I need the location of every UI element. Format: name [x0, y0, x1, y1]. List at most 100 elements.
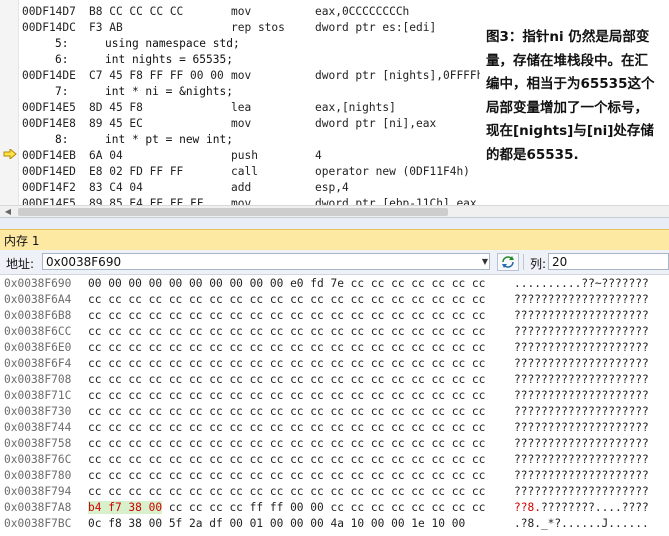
- annotation-line: 编中，相当于为65535这个: [486, 76, 655, 92]
- asm-line[interactable]: 00DF14F2 83 C4 04 add esp,4: [0, 180, 669, 196]
- memory-toolbar: 地址: 0x0038F690 ▼ 列: 20: [0, 250, 669, 275]
- ascii-text: ????????????????????: [514, 453, 649, 466]
- memory-address: 0x0038F690: [4, 277, 72, 290]
- instruction-operands: eax,[nights]: [315, 101, 396, 114]
- hex-bytes: cc cc cc cc cc cc cc cc cc cc cc cc cc c…: [88, 309, 486, 322]
- memory-hex-bytes: cc cc cc cc cc cc cc cc cc cc cc cc cc c…: [88, 436, 485, 452]
- instruction-mnemonic: call: [231, 165, 258, 178]
- hex-bytes: 00 00 00 00 00 00 00 00 00 00 e0 fd 7e c…: [88, 277, 486, 290]
- instruction-bytes: 8D 45 F8: [89, 101, 143, 114]
- instruction-bytes: 89 45 EC: [89, 117, 143, 130]
- memory-row[interactable]: 0x0038F758 cc cc cc cc cc cc cc cc cc cc …: [0, 436, 669, 452]
- memory-row[interactable]: 0x0038F6A4 cc cc cc cc cc cc cc cc cc cc …: [0, 292, 669, 308]
- disassembly-pane[interactable]: 00DF14D7 B8 CC CC CC CC mov eax,0CCCCCCCCh 0…: [0, 0, 669, 217]
- source-line-number: 5:: [55, 37, 69, 50]
- memory-address: 0x0038F7BC: [4, 517, 72, 530]
- hex-bytes: cc cc cc cc cc cc cc cc cc cc cc cc cc c…: [88, 405, 486, 418]
- source-line-number: 7:: [55, 85, 69, 98]
- memory-row[interactable]: 0x0038F6B8 cc cc cc cc cc cc cc cc cc cc …: [0, 308, 669, 324]
- memory-grid[interactable]: 0x0038F690 00 00 00 00 00 00 00 00 00 00 …: [0, 275, 669, 536]
- memory-row[interactable]: 0x0038F6F4 cc cc cc cc cc cc cc cc cc cc …: [0, 356, 669, 372]
- memory-ascii: .?8._*?......J......: [514, 516, 649, 532]
- memory-row[interactable]: 0x0038F7A8 b4 f7 38 00 cc cc cc cc ff ff …: [0, 500, 669, 516]
- source-line-number: 8:: [55, 133, 69, 146]
- memory-address: 0x0038F794: [4, 485, 72, 498]
- memory-row[interactable]: 0x0038F690 00 00 00 00 00 00 00 00 00 00 …: [0, 276, 669, 292]
- memory-address: 0x0038F744: [4, 421, 72, 434]
- ascii-text: ????????????????????: [514, 389, 649, 402]
- reevaluate-button[interactable]: [497, 253, 519, 271]
- chevron-down-icon[interactable]: ▼: [480, 254, 490, 269]
- memory-ascii: ????????????????????: [514, 292, 649, 308]
- ascii-text: ????????????????????: [514, 325, 649, 338]
- memory-ascii: ????????????????????: [514, 388, 649, 404]
- memory-row[interactable]: 0x0038F7BC 0c f8 38 00 5f 2a df 00 01 00 …: [0, 516, 669, 532]
- memory-hex-bytes: cc cc cc cc cc cc cc cc cc cc cc cc cc c…: [88, 292, 485, 308]
- ascii-text: .?8._*?......J......: [514, 517, 649, 530]
- memory-hex-bytes: cc cc cc cc cc cc cc cc cc cc cc cc cc c…: [88, 484, 485, 500]
- instruction-operands: 4: [315, 149, 322, 162]
- hex-bytes: 0c f8 38 00 5f 2a df 00 01 00 00 00 4a 1…: [88, 517, 466, 530]
- memory-row[interactable]: 0x0038F794 cc cc cc cc cc cc cc cc cc cc …: [0, 484, 669, 500]
- memory-row[interactable]: 0x0038F6CC cc cc cc cc cc cc cc cc cc cc …: [0, 324, 669, 340]
- instruction-bytes: B8 CC CC CC CC: [89, 5, 184, 18]
- memory-hex-bytes: cc cc cc cc cc cc cc cc cc cc cc cc cc c…: [88, 356, 485, 372]
- memory-row[interactable]: 0x0038F744 cc cc cc cc cc cc cc cc cc cc …: [0, 420, 669, 436]
- annotation-line: 量，存储在堆栈段中。在汇: [486, 52, 648, 69]
- scroll-left-icon[interactable]: ◀: [3, 207, 13, 217]
- annotation-box: 图3：指针ni 仍然是局部变 量，存储在堆栈段中。在汇 编中，相当于为65535…: [480, 24, 669, 169]
- columns-label: 列:: [530, 257, 547, 271]
- instruction-mnemonic: push: [231, 149, 258, 162]
- instruction-operands: esp,4: [315, 181, 349, 194]
- memory-row[interactable]: 0x0038F6E0 cc cc cc cc cc cc cc cc cc cc …: [0, 340, 669, 356]
- memory-hex-bytes: cc cc cc cc cc cc cc cc cc cc cc cc cc c…: [88, 324, 485, 340]
- ascii-text: ????????????????????: [514, 469, 649, 482]
- hex-bytes: cc cc cc cc cc cc cc cc cc cc cc cc cc c…: [88, 325, 486, 338]
- memory-row[interactable]: 0x0038F708 cc cc cc cc cc cc cc cc cc cc …: [0, 372, 669, 388]
- memory-ascii: ????????????????????: [514, 356, 649, 372]
- memory-address: 0x0038F76C: [4, 453, 72, 466]
- scrollbar-thumb[interactable]: [18, 208, 448, 216]
- memory-row[interactable]: 0x0038F71C cc cc cc cc cc cc cc cc cc cc …: [0, 388, 669, 404]
- memory-hex-bytes: cc cc cc cc cc cc cc cc cc cc cc cc cc c…: [88, 404, 485, 420]
- asm-line[interactable]: 00DF14D7 B8 CC CC CC CC mov eax,0CCCCCCCCh: [0, 4, 669, 20]
- memory-row[interactable]: 0x0038F730 cc cc cc cc cc cc cc cc cc cc …: [0, 404, 669, 420]
- instruction-bytes: E8 02 FD FF FF: [89, 165, 184, 178]
- memory-row[interactable]: 0x0038F76C cc cc cc cc cc cc cc cc cc cc …: [0, 452, 669, 468]
- instruction-address: 00DF14E5: [22, 101, 76, 114]
- refresh-icon: [502, 256, 514, 268]
- memory-hex-bytes: cc cc cc cc cc cc cc cc cc cc cc cc cc c…: [88, 340, 485, 356]
- instruction-bytes: F3 AB: [89, 21, 123, 34]
- address-input[interactable]: 0x0038F690: [42, 253, 490, 270]
- memory-address: 0x0038F7A8: [4, 501, 72, 514]
- memory-hex-bytes: 0c f8 38 00 5f 2a df 00 01 00 00 00 4a 1…: [88, 516, 465, 532]
- memory-address: 0x0038F6F4: [4, 357, 72, 370]
- instruction-mnemonic: lea: [231, 101, 252, 114]
- memory-ascii: ????????????????????: [514, 308, 649, 324]
- memory-ascii: ????????????????????: [514, 324, 649, 340]
- memory-address: 0x0038F6CC: [4, 325, 72, 338]
- columns-input[interactable]: 20: [548, 253, 669, 270]
- instruction-address: 00DF14DE: [22, 69, 76, 82]
- instruction-mnemonic: mov: [231, 69, 252, 82]
- hex-bytes: cc cc cc cc ff ff 00 00 cc cc cc cc cc c…: [162, 501, 486, 514]
- instruction-bytes: 83 C4 04: [89, 181, 143, 194]
- instruction-operands: dword ptr [nights],0FFFFh: [315, 69, 484, 82]
- instruction-address: 00DF14F2: [22, 181, 76, 194]
- memory-window-titlebar[interactable]: 内存 1: [0, 229, 669, 251]
- source-code: int * pt = new int;: [105, 133, 233, 146]
- memory-hex-bytes: cc cc cc cc cc cc cc cc cc cc cc cc cc c…: [88, 468, 485, 484]
- instruction-mnemonic: mov: [231, 5, 252, 18]
- memory-row[interactable]: 0x0038F780 cc cc cc cc cc cc cc cc cc cc …: [0, 468, 669, 484]
- instruction-operands: dword ptr [ni],eax: [315, 117, 437, 130]
- instruction-operands: eax,0CCCCCCCCh: [315, 5, 410, 18]
- memory-address: 0x0038F758: [4, 437, 72, 450]
- ascii-text: ????????????????????: [514, 405, 649, 418]
- instruction-operands: operator new (0DF11F4h): [315, 165, 470, 178]
- annotation-line: 的都是65535.: [486, 146, 579, 163]
- memory-address: 0x0038F71C: [4, 389, 72, 402]
- ascii-text: ????????????????????: [514, 373, 649, 386]
- hex-bytes: cc cc cc cc cc cc cc cc cc cc cc cc cc c…: [88, 453, 486, 466]
- instruction-address: 00DF14ED: [22, 165, 76, 178]
- horizontal-scrollbar[interactable]: ◀: [0, 205, 669, 217]
